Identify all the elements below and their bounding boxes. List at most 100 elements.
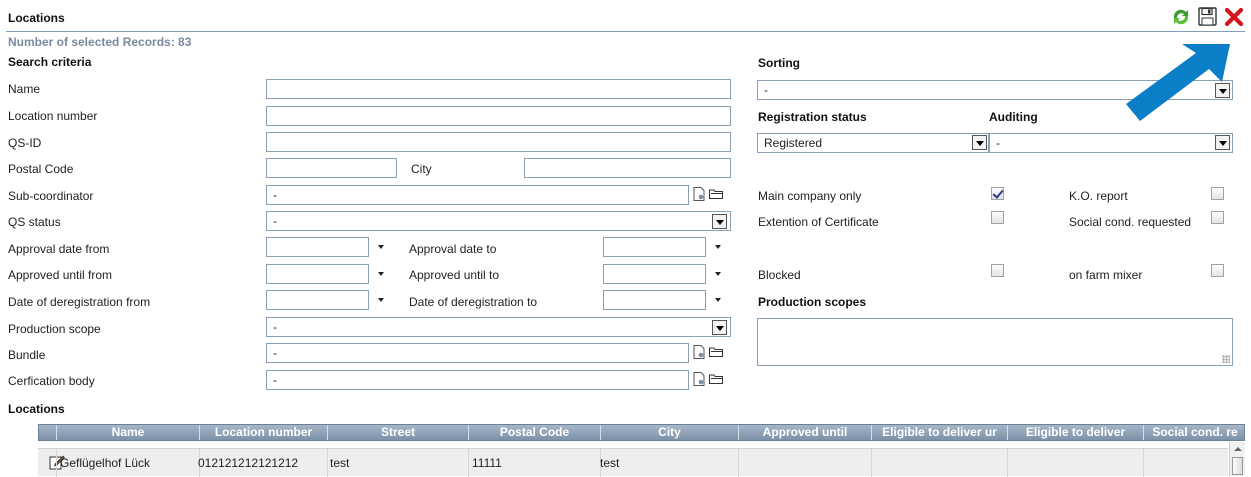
table-row[interactable]: Geflügelhof Lück 012121212121212 test 11… [38, 448, 1228, 477]
dereg-to-input[interactable] [603, 290, 706, 310]
approval-date-to-input[interactable] [603, 237, 706, 257]
annotation-arrow-icon [1126, 44, 1230, 121]
open-folder-icon[interactable] [709, 346, 723, 357]
qs-status-dropdown-icon[interactable] [712, 214, 727, 229]
registration-status-dropdown-icon[interactable] [972, 135, 987, 150]
column-divider [871, 449, 872, 477]
record-count: Number of selected Records: 83 [8, 35, 192, 49]
floppy-disk-icon[interactable] [1198, 7, 1217, 26]
name-input[interactable] [266, 79, 731, 99]
grid-header-social-cond[interactable]: Social cond. re [1144, 425, 1246, 440]
production-scope-label: Production scope [8, 322, 101, 336]
production-scope-dropdown-icon[interactable] [712, 320, 727, 335]
approval-date-from-input[interactable] [266, 237, 369, 257]
sub-coordinator-field[interactable]: - [266, 185, 689, 205]
grid-header-postal-code[interactable]: Postal Code [469, 425, 601, 440]
qs-status-label: QS status [8, 215, 61, 229]
dereg-from-label: Date of deregistration from [8, 295, 151, 309]
extention-label: Extention of Certificate [758, 215, 879, 229]
lookup-page-icon[interactable] [693, 345, 705, 359]
dereg-to-dropdown-icon[interactable] [715, 298, 721, 302]
sub-coordinator-label: Sub-coordinator [8, 189, 94, 203]
production-scope-select[interactable]: - [266, 317, 731, 337]
city-input[interactable] [524, 158, 731, 178]
grid-header-eligible-ur[interactable]: Eligible to deliver ur [872, 425, 1008, 440]
cell-city: test [600, 456, 620, 470]
open-folder-icon[interactable] [709, 188, 723, 199]
name-label: Name [8, 82, 41, 96]
dereg-from-dropdown-icon[interactable] [378, 298, 384, 302]
ko-report-checkbox[interactable] [1211, 187, 1224, 200]
postal-code-input[interactable] [266, 158, 397, 178]
grid-header: Name Location number Street Postal Code … [38, 424, 1245, 441]
refresh-arrows-icon[interactable] [1171, 7, 1191, 27]
column-divider [1143, 449, 1144, 477]
blocked-checkbox[interactable] [991, 264, 1004, 277]
approved-until-to-input[interactable] [603, 264, 706, 284]
city-label: City [411, 162, 432, 176]
lookup-page-icon[interactable] [693, 372, 705, 386]
cell-location-number: 012121212121212 [198, 456, 299, 470]
resize-grip-icon[interactable] [1222, 355, 1230, 363]
grid-header-street[interactable]: Street [328, 425, 469, 440]
auditing-select[interactable]: - [989, 133, 1233, 153]
production-scopes-heading: Production scopes [758, 295, 867, 309]
lookup-page-icon[interactable] [693, 187, 705, 201]
qsid-input[interactable] [266, 132, 731, 152]
approval-date-to-label: Approval date to [409, 242, 497, 256]
social-cond-checkbox[interactable] [1211, 211, 1224, 224]
blocked-label: Blocked [758, 268, 801, 282]
grid-header-edit-column [39, 425, 57, 440]
auditing-dropdown-icon[interactable] [1215, 135, 1230, 150]
approved-until-to-label: Approved until to [409, 268, 500, 282]
grid-header-approved-until[interactable]: Approved until [739, 425, 872, 440]
postal-code-label: Postal Code [8, 162, 74, 176]
approved-until-to-dropdown-icon[interactable] [715, 272, 721, 276]
cert-body-field[interactable]: - [266, 370, 689, 390]
approval-date-to-dropdown-icon[interactable] [715, 245, 721, 249]
grid-header-eligible[interactable]: Eligible to deliver [1008, 425, 1144, 440]
approval-date-from-label: Approval date from [8, 242, 110, 256]
column-divider [56, 449, 57, 477]
bundle-label: Bundle [8, 348, 46, 362]
auditing-heading: Auditing [989, 110, 1038, 124]
production-scopes-list[interactable] [757, 318, 1233, 366]
on-farm-mixer-label: on farm mixer [1069, 268, 1143, 282]
qs-status-select[interactable]: - [266, 211, 731, 231]
approved-until-from-input[interactable] [266, 264, 369, 284]
location-number-label: Location number [8, 109, 98, 123]
grid-header-city[interactable]: City [601, 425, 739, 440]
location-number-input[interactable] [266, 106, 731, 126]
column-divider [738, 449, 739, 477]
scroll-up-icon[interactable] [1234, 447, 1242, 451]
grid-header-location-number[interactable]: Location number [200, 425, 328, 440]
cell-postal-code: 11111 [472, 456, 502, 470]
red-x-icon[interactable] [1224, 7, 1244, 27]
cell-name: Geflügelhof Lück [60, 456, 151, 470]
column-divider [468, 449, 469, 477]
column-divider [327, 449, 328, 477]
approved-until-from-dropdown-icon[interactable] [378, 272, 384, 276]
dereg-to-label: Date of deregistration to [409, 295, 538, 309]
extention-checkbox[interactable] [991, 211, 1004, 224]
on-farm-mixer-checkbox[interactable] [1211, 264, 1224, 277]
social-cond-label: Social cond. requested [1069, 215, 1192, 229]
bundle-field[interactable]: - [266, 343, 689, 363]
grid-heading: Locations [8, 402, 65, 416]
approved-until-from-label: Approved until from [8, 268, 113, 282]
main-company-only-label: Main company only [758, 189, 862, 203]
page-title: Locations [8, 11, 65, 25]
grid-header-name[interactable]: Name [57, 425, 200, 440]
cert-body-label: Cerfication body [8, 374, 95, 388]
open-folder-icon[interactable] [709, 373, 723, 384]
main-company-only-checkbox[interactable] [991, 187, 1004, 200]
scroll-thumb[interactable] [1232, 457, 1243, 475]
title-divider [6, 31, 1245, 32]
approval-date-from-dropdown-icon[interactable] [378, 245, 384, 249]
ko-report-label: K.O. report [1069, 189, 1128, 203]
cell-street: test [330, 456, 350, 470]
dereg-from-input[interactable] [266, 290, 369, 310]
registration-status-select[interactable]: Registered [757, 133, 989, 153]
grid-scrollbar[interactable] [1229, 442, 1245, 476]
sorting-heading: Sorting [758, 56, 800, 70]
